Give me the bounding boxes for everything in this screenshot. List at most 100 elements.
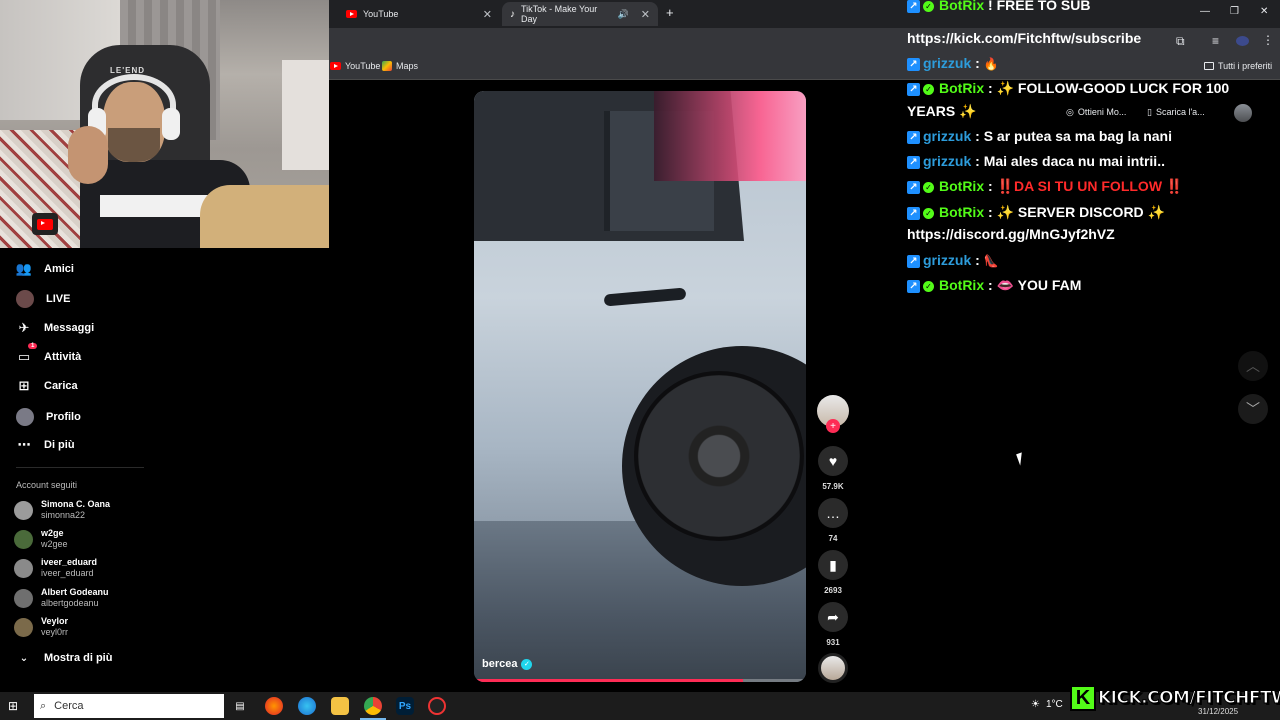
chat-user: grizzuk: [923, 252, 972, 268]
sidebar-item-label: Amici: [44, 263, 74, 275]
kick-badge-icon: ↗: [907, 0, 920, 13]
divider: [16, 467, 144, 468]
avatar: [14, 558, 33, 578]
bookmark-maps[interactable]: Maps: [382, 61, 418, 71]
taskbar-search[interactable]: ⌕ Cerca: [34, 694, 224, 718]
activity-icon: ▭ 1: [16, 343, 38, 365]
sidebar-item-live[interactable]: LIVE: [16, 290, 70, 308]
like-button[interactable]: ♥ 57.9K: [817, 446, 849, 491]
chevron-down-icon: ⌄: [19, 652, 29, 664]
avatar: [14, 500, 33, 520]
weather-temp: 1°C: [1045, 699, 1063, 710]
wheel: [634, 371, 804, 541]
like-count: 57.9K: [822, 482, 844, 491]
windows-start-icon[interactable]: ⊞: [8, 699, 18, 713]
bookmark-youtube[interactable]: YouTube: [330, 61, 380, 71]
chrome-icon[interactable]: [364, 697, 382, 715]
following-user: albertgodeanu: [41, 598, 99, 608]
next-video-button[interactable]: ﹀: [1238, 394, 1268, 424]
previous-video-button[interactable]: ︿: [1238, 351, 1268, 381]
chat-text: 🔥: [983, 57, 999, 71]
chat-text: 👄 YOU FAM: [996, 277, 1082, 293]
chat-message-cont: https://discord.gg/MnGJyf2hVZ: [907, 223, 1237, 246]
youtube-icon: [330, 62, 341, 70]
sidebar-item-di-piu[interactable]: ⋯ Di più: [16, 437, 75, 453]
edge-icon[interactable]: [298, 697, 316, 715]
kick-badge-icon: ↗: [907, 130, 920, 144]
sidebar-item-carica[interactable]: ⊞ Carica: [16, 378, 78, 394]
save-button[interactable]: ▮ 2693: [817, 550, 849, 595]
upload-icon: ⊞: [18, 378, 30, 393]
verified-badge-icon: ✓: [923, 181, 934, 193]
following-name: iveer_eduard: [41, 557, 98, 567]
kick-watermark: K KICK.COM/FITCHFTW: [1070, 683, 1280, 713]
messages-icon: ✈: [18, 320, 30, 335]
recorder-icon[interactable]: [428, 697, 446, 715]
following-user: simonna22: [41, 510, 86, 520]
music-disc-avatar[interactable]: [818, 653, 848, 683]
kick-badge-icon: ↗: [907, 206, 920, 220]
weather-tray[interactable]: ☀ 1°C: [1031, 699, 1063, 710]
following-name: Simona C. Oana: [41, 499, 111, 509]
following-item[interactable]: Veylor veyl0rr: [14, 616, 68, 638]
show-more-button[interactable]: ⌄ Mostra di più: [16, 650, 113, 666]
comment-button[interactable]: … 74: [817, 498, 849, 543]
follow-plus-icon[interactable]: +: [826, 419, 840, 433]
live-icon: [16, 290, 34, 308]
sidebar-item-label: Profilo: [46, 411, 81, 423]
task-view-icon[interactable]: ▤: [231, 697, 249, 715]
chat-user: grizzuk: [923, 153, 972, 169]
menu-icon[interactable]: ⋮: [1262, 33, 1274, 47]
following-user: veyl0rr: [41, 627, 69, 637]
following-item[interactable]: w2ge w2gee: [14, 528, 68, 550]
new-tab-icon[interactable]: +: [666, 5, 674, 20]
kick-url: KICK.COM/FITCHFTW: [1097, 688, 1280, 709]
kick-badge-icon: ↗: [907, 155, 920, 169]
sidebar-item-label: Di più: [44, 439, 75, 451]
webcam-shelf: [282, 60, 329, 170]
share-button[interactable]: ➦ 931: [817, 602, 849, 647]
headset-ear-right: [162, 108, 180, 140]
chat-text: S ar putea sa ma bag la nani: [983, 128, 1172, 144]
chat-text: YEARS ✨: [907, 103, 977, 119]
tab-label: YouTube: [363, 9, 399, 19]
avatar[interactable]: [1236, 36, 1249, 46]
speaker-icon[interactable]: 🔊: [618, 9, 629, 20]
following-item[interactable]: Simona C. Oana simonna22: [14, 499, 110, 521]
video-player[interactable]: bercea ✓: [474, 91, 806, 682]
chat-user: grizzuk: [923, 128, 972, 144]
video-author[interactable]: bercea ✓: [482, 658, 533, 670]
chat-message: ↗ ✓ BotRix : ✨ SERVER DISCORD ✨: [907, 201, 1237, 224]
chat-text: https://kick.com/Fitchftw/subscribe: [907, 30, 1142, 46]
tab-youtube[interactable]: YouTube ✕: [338, 2, 500, 26]
close-icon[interactable]: ✕: [641, 8, 650, 21]
sidebar-item-attivita[interactable]: ▭ 1 Attività: [16, 343, 81, 365]
chat-message-cont: https://kick.com/Fitchftw/subscribe: [907, 27, 1237, 50]
chevron-down-icon: ﹀: [1246, 401, 1260, 417]
sidebar-item-messaggi[interactable]: ✈ Messaggi: [16, 320, 95, 336]
chevron-up-icon: ︿: [1246, 358, 1260, 374]
tab-tiktok[interactable]: ♪ TikTok - Make Your Day 🔊 ✕: [502, 2, 658, 26]
close-icon[interactable]: ✕: [483, 8, 492, 21]
verified-badge-icon: ✓: [923, 0, 934, 12]
following-item[interactable]: iveer_eduard iveer_eduard: [14, 557, 97, 579]
chat-message: ↗ ✓ BotRix : ✨ FOLLOW-GOOD LUCK FOR 100: [907, 77, 1237, 100]
sidebar-item-label: Messaggi: [44, 322, 95, 334]
neon-light: [654, 91, 806, 181]
firefox-icon[interactable]: [265, 697, 283, 715]
kick-badge-icon: ↗: [907, 279, 920, 293]
bookmark-label: YouTube: [345, 61, 381, 71]
profile-icon: [16, 408, 34, 426]
avatar: [14, 617, 33, 637]
following-item[interactable]: Albert Godeanu albertgodeanu: [14, 587, 109, 609]
sidebar-item-profilo[interactable]: Profilo: [16, 408, 81, 426]
webcam-legs: [200, 185, 329, 248]
search-placeholder: Cerca: [54, 700, 84, 712]
window-close-icon[interactable]: ✕: [1260, 6, 1268, 17]
following-user: w2gee: [41, 539, 68, 549]
file-explorer-icon[interactable]: [331, 697, 349, 715]
photoshop-icon[interactable]: Ps: [396, 697, 414, 715]
progress-fill: [474, 679, 743, 682]
sidebar-item-amici[interactable]: 👥 Amici: [16, 261, 74, 277]
chat-text: https://discord.gg/MnGJyf2hVZ: [907, 226, 1115, 242]
